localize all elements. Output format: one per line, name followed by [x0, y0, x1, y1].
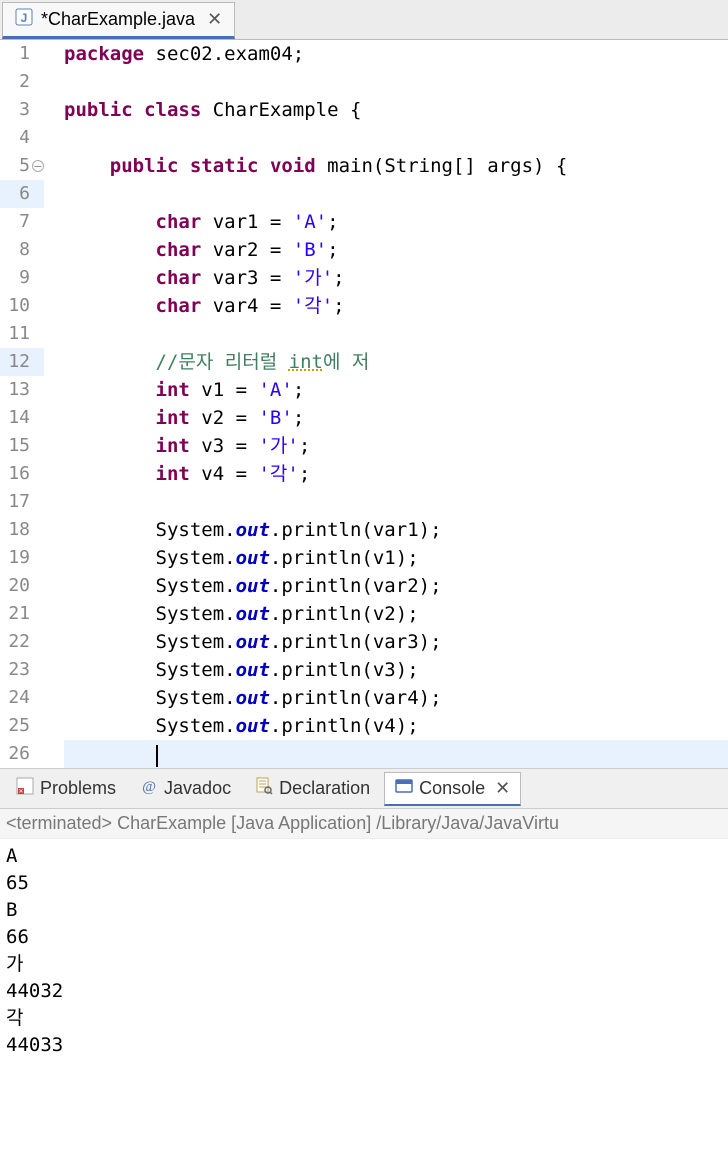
code-content[interactable]: package sec02.exam04; public class CharEx…	[52, 40, 728, 768]
bottom-panel: ✕ Problems @ Javadoc	[0, 768, 728, 1063]
line-number: 11	[0, 320, 44, 348]
console-line: 각	[6, 1005, 722, 1032]
code-line[interactable]	[64, 740, 728, 768]
line-number: 7	[0, 208, 44, 236]
line-number: 13	[0, 376, 44, 404]
tab-javadoc[interactable]: @ Javadoc	[130, 773, 241, 804]
code-line[interactable]: int v1 = 'A';	[64, 376, 728, 404]
line-number: 25	[0, 712, 44, 740]
code-line[interactable]: package sec02.exam04;	[64, 40, 728, 68]
console-line: 가	[6, 951, 722, 978]
line-number: 19	[0, 544, 44, 572]
tab-label: Javadoc	[164, 778, 231, 799]
code-line[interactable]	[64, 488, 728, 516]
bottom-tab-row: ✕ Problems @ Javadoc	[0, 769, 728, 809]
code-line[interactable]	[64, 124, 728, 152]
code-line[interactable]: System.out.println(v3);	[64, 656, 728, 684]
problems-icon: ✕	[16, 777, 34, 800]
line-number: 22	[0, 628, 44, 656]
code-line[interactable]: System.out.println(v2);	[64, 600, 728, 628]
code-line[interactable]: //문자 리터럴 int에 저	[64, 348, 728, 376]
code-line[interactable]: char var2 = 'B';	[64, 236, 728, 264]
console-line: 66	[6, 924, 722, 951]
code-line[interactable]: int v2 = 'B';	[64, 404, 728, 432]
console-body: <terminated> CharExample [Java Applicati…	[0, 809, 728, 1063]
line-number: 2	[0, 68, 44, 96]
code-line[interactable]: System.out.println(var1);	[64, 516, 728, 544]
line-number: 15	[0, 432, 44, 460]
code-line[interactable]: System.out.println(var3);	[64, 628, 728, 656]
line-number: 21	[0, 600, 44, 628]
line-number: 24	[0, 684, 44, 712]
tab-label: Console	[419, 778, 485, 799]
line-number: 10	[0, 292, 44, 320]
code-line[interactable]: char var4 = '각';	[64, 292, 728, 320]
line-number: 3	[0, 96, 44, 124]
line-number: 1	[0, 40, 44, 68]
console-line: 44033	[6, 1032, 722, 1059]
declaration-icon	[255, 777, 273, 800]
line-number: 17	[0, 488, 44, 516]
editor-tab[interactable]: J *CharExample.java ✕	[2, 2, 235, 39]
tab-label: Declaration	[279, 778, 370, 799]
code-line[interactable]	[64, 320, 728, 348]
code-line[interactable]: System.out.println(var4);	[64, 684, 728, 712]
code-line[interactable]: char var1 = 'A';	[64, 208, 728, 236]
svg-text:@: @	[142, 779, 156, 795]
console-icon	[395, 777, 413, 800]
line-number: 12	[0, 348, 44, 376]
line-number: 6	[0, 180, 44, 208]
line-number-gutter: 12345−6789101112131415161718192021222324…	[0, 40, 52, 768]
console-output[interactable]: A65B66가44032각44033	[0, 839, 728, 1063]
line-number: 5−	[0, 152, 44, 180]
code-line[interactable]: int v3 = '가';	[64, 432, 728, 460]
close-icon[interactable]: ✕	[207, 9, 222, 30]
svg-text:J: J	[21, 11, 28, 25]
line-number: 26	[0, 740, 44, 768]
code-line[interactable]: System.out.println(var2);	[64, 572, 728, 600]
console-line: 44032	[6, 978, 722, 1005]
java-file-icon: J	[15, 8, 33, 31]
tab-declaration[interactable]: Declaration	[245, 773, 380, 804]
code-line[interactable]: public class CharExample {	[64, 96, 728, 124]
code-line[interactable]: int v4 = '각';	[64, 460, 728, 488]
code-line[interactable]: System.out.println(v4);	[64, 712, 728, 740]
tab-title: *CharExample.java	[41, 9, 195, 30]
line-number: 23	[0, 656, 44, 684]
line-number: 8	[0, 236, 44, 264]
fold-icon[interactable]: −	[32, 160, 44, 172]
code-line[interactable]	[64, 180, 728, 208]
editor-tab-bar: J *CharExample.java ✕	[0, 0, 728, 40]
code-line[interactable]: public static void main(String[] args) {	[64, 152, 728, 180]
line-number: 14	[0, 404, 44, 432]
code-line[interactable]	[64, 68, 728, 96]
line-number: 18	[0, 516, 44, 544]
javadoc-icon: @	[140, 777, 158, 800]
code-line[interactable]: char var3 = '가';	[64, 264, 728, 292]
console-line: B	[6, 897, 722, 924]
line-number: 4	[0, 124, 44, 152]
console-status: <terminated> CharExample [Java Applicati…	[0, 809, 728, 839]
code-editor[interactable]: 12345−6789101112131415161718192021222324…	[0, 40, 728, 768]
code-line[interactable]: System.out.println(v1);	[64, 544, 728, 572]
svg-text:✕: ✕	[18, 789, 23, 795]
console-line: 65	[6, 870, 722, 897]
line-number: 16	[0, 460, 44, 488]
line-number: 9	[0, 264, 44, 292]
tab-label: Problems	[40, 778, 116, 799]
line-number: 20	[0, 572, 44, 600]
tab-problems[interactable]: ✕ Problems	[6, 773, 126, 804]
close-icon[interactable]: ✕	[495, 778, 510, 799]
console-line: A	[6, 843, 722, 870]
tab-console[interactable]: Console ✕	[384, 772, 521, 806]
